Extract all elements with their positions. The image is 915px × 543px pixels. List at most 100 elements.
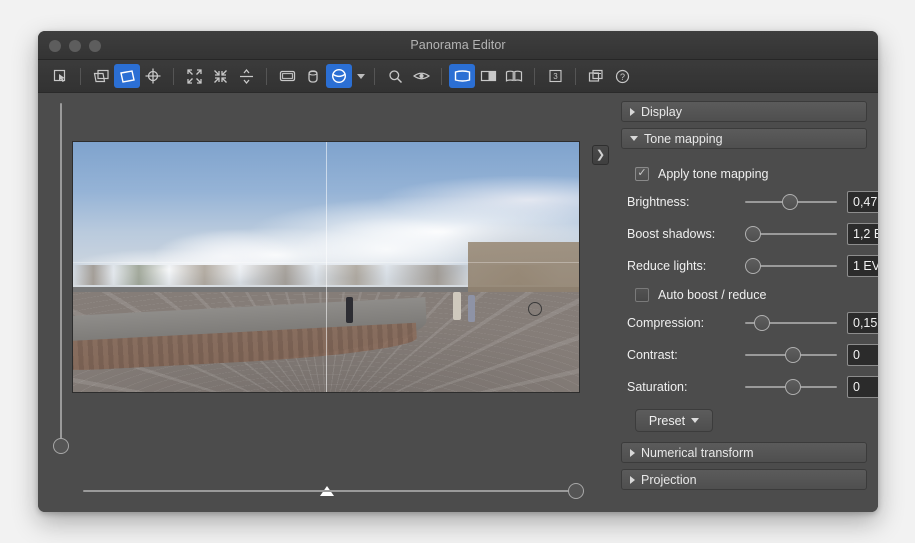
preview-tool[interactable] [408, 64, 434, 88]
auto-boost-reduce-row[interactable]: Auto boost / reduce [627, 282, 865, 307]
brightness-slider-knob[interactable] [782, 194, 798, 210]
pedestrian [468, 295, 475, 322]
section-projection-label: Projection [641, 473, 697, 487]
rectilinear-projection[interactable] [274, 64, 300, 88]
reduce-lights-label: Reduce lights: [627, 259, 745, 273]
auto-boost-reduce-checkbox[interactable] [635, 288, 649, 302]
disclosure-right-icon[interactable] [630, 449, 635, 457]
toolbar: 3 ? [38, 60, 878, 93]
pitch-slider[interactable] [50, 103, 72, 454]
window-title: Panorama Editor [38, 31, 878, 60]
compression-field[interactable]: 0,15 [847, 312, 878, 334]
title-bar: Panorama Editor [38, 31, 878, 60]
pitch-slider-knob[interactable] [53, 438, 69, 454]
svg-text:?: ? [619, 72, 624, 82]
contrast-row: Contrast: 0 [627, 339, 865, 371]
reduce-lights-field[interactable]: 1 EV [847, 255, 878, 277]
section-tone-mapping[interactable]: Tone mapping [621, 128, 867, 149]
yaw-slider-knob[interactable] [568, 483, 584, 499]
section-display[interactable]: Display [621, 101, 867, 122]
zoom-button[interactable] [89, 40, 101, 52]
contrast-label: Contrast: [627, 348, 745, 362]
apply-tone-mapping-checkbox[interactable]: ✓ [635, 167, 649, 181]
reduce-lights-slider[interactable] [745, 258, 837, 274]
panorama-image [73, 142, 579, 392]
contrast-slider[interactable] [745, 347, 837, 363]
contrast-field[interactable]: 0 [847, 344, 878, 366]
inspector-panel: Display Tone mapping ✓ Apply tone mappin… [612, 93, 878, 512]
reduce-lights-row: Reduce lights: 1 EV [627, 250, 865, 282]
section-tone-mapping-label: Tone mapping [644, 132, 723, 146]
toolbar-separator [266, 68, 267, 85]
toolbar-separator [534, 68, 535, 85]
side-by-side-view[interactable] [501, 64, 527, 88]
boost-shadows-label: Boost shadows: [627, 227, 745, 241]
boost-shadows-slider[interactable] [745, 226, 837, 242]
preset-button[interactable]: Preset [635, 409, 713, 432]
toolbar-separator [80, 68, 81, 85]
disclosure-right-icon[interactable] [630, 476, 635, 484]
panel-toggle-button[interactable]: ❯ [592, 145, 609, 165]
compression-slider-knob[interactable] [754, 315, 770, 331]
toolbar-separator [173, 68, 174, 85]
boost-shadows-field[interactable]: 1,2 EV [847, 223, 878, 245]
reduce-lights-slider-knob[interactable] [745, 258, 761, 274]
brightness-field[interactable]: 0,47 [847, 191, 878, 213]
saturation-label: Saturation: [627, 380, 745, 394]
canvas-region: ❯ [38, 93, 612, 512]
chevron-down-icon [691, 418, 699, 423]
minimize-button[interactable] [69, 40, 81, 52]
toolbar-separator [575, 68, 576, 85]
brightness-slider[interactable] [745, 194, 837, 210]
spherical-projection[interactable] [326, 64, 352, 88]
fit-to-window[interactable] [181, 64, 207, 88]
editor-body: ❯ Display Tone mapping ✓ Apply tone mapp… [38, 93, 878, 512]
zoom-tool[interactable] [382, 64, 408, 88]
disclosure-down-icon[interactable] [630, 136, 638, 141]
single-view[interactable] [449, 64, 475, 88]
section-projection[interactable]: Projection [621, 469, 867, 490]
boost-shadows-row: Boost shadows: 1,2 EV [627, 218, 865, 250]
svg-text:3: 3 [553, 72, 558, 81]
section-numerical-transform-label: Numerical transform [641, 446, 754, 460]
compression-slider[interactable] [745, 315, 837, 331]
cylindrical-projection[interactable] [300, 64, 326, 88]
auto-boost-reduce-label: Auto boost / reduce [658, 288, 766, 302]
three-d-view[interactable]: 3 [542, 64, 568, 88]
compression-row: Compression: 0,15 [627, 307, 865, 339]
shrink-to-fit[interactable] [207, 64, 233, 88]
edit-image-tool[interactable] [114, 64, 140, 88]
fit-vertically[interactable] [233, 64, 259, 88]
tone-mapping-body: ✓ Apply tone mapping Brightness: 0,47 Bo… [621, 155, 867, 436]
select-tool[interactable] [47, 64, 73, 88]
disclosure-right-icon[interactable] [630, 108, 635, 116]
split-view[interactable] [475, 64, 501, 88]
arrange-windows[interactable] [583, 64, 609, 88]
yaw-slider-track [83, 490, 584, 492]
saturation-row: Saturation: 0 [627, 371, 865, 403]
traffic-lights [49, 40, 101, 52]
toolbar-separator [374, 68, 375, 85]
pedestrian [346, 297, 353, 323]
inspector-spacer [621, 496, 867, 504]
contrast-slider-knob[interactable] [785, 347, 801, 363]
section-numerical-transform[interactable]: Numerical transform [621, 442, 867, 463]
close-button[interactable] [49, 40, 61, 52]
help[interactable]: ? [609, 64, 635, 88]
center-guide [326, 142, 327, 392]
panorama-editor-window: Panorama Editor [38, 31, 878, 512]
saturation-field[interactable]: 0 [847, 376, 878, 398]
brightness-label: Brightness: [627, 195, 745, 209]
move-images-tool[interactable] [88, 64, 114, 88]
preset-button-label: Preset [649, 414, 685, 428]
section-display-label: Display [641, 105, 682, 119]
pedestrian [453, 292, 461, 320]
chevron-down-icon[interactable] [357, 74, 365, 79]
yaw-slider[interactable] [83, 482, 584, 500]
saturation-slider-knob[interactable] [785, 379, 801, 395]
boost-shadows-slider-knob[interactable] [745, 226, 761, 242]
set-center-tool[interactable] [140, 64, 166, 88]
apply-tone-mapping-row[interactable]: ✓ Apply tone mapping [627, 161, 865, 186]
panorama-preview[interactable] [72, 141, 580, 393]
saturation-slider[interactable] [745, 379, 837, 395]
